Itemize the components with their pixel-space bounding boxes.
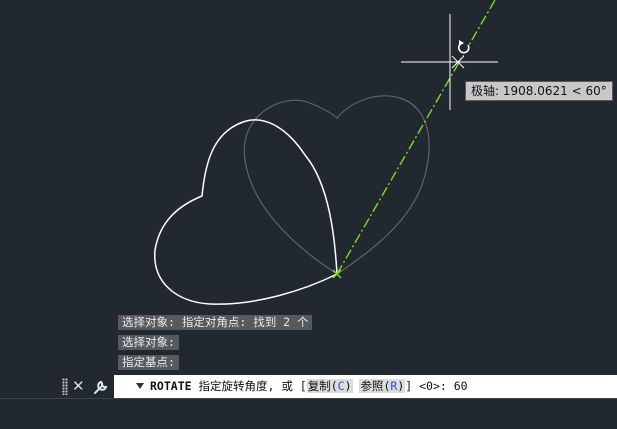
command-value[interactable]: 60 xyxy=(454,379,468,393)
tooltip-label: 极轴: xyxy=(471,84,500,98)
rotated-heart-shape xyxy=(154,119,338,305)
tooltip-value: 1908.0621 < 60° xyxy=(502,84,607,98)
history-line: 指定基点: xyxy=(118,355,179,370)
divider xyxy=(0,398,617,399)
grip-icon[interactable] xyxy=(62,378,68,395)
chevron-down-icon[interactable] xyxy=(136,383,144,389)
command-prompt-text: 指定旋转角度, 或 [ xyxy=(198,379,307,393)
option-reference[interactable]: 参照(R) xyxy=(359,379,406,393)
history-line: 选择对象: 指定对角点: 找到 2 个 xyxy=(118,315,313,330)
drawing-canvas[interactable] xyxy=(0,0,617,429)
wrench-icon[interactable] xyxy=(92,378,109,395)
command-input[interactable]: ROTATE 指定旋转角度, 或 [复制(C) 参照(R)] <0>: 60 xyxy=(114,375,617,398)
rotate-cursor-icon xyxy=(456,40,470,55)
rotation-rubberband-line xyxy=(336,0,496,275)
command-prompt: ROTATE 指定旋转角度, 或 [复制(C) 参照(R)] <0>: 60 xyxy=(150,375,468,398)
original-heart-shape xyxy=(243,95,430,275)
close-icon[interactable]: ✕ xyxy=(72,375,85,398)
polar-tracking-tooltip: 极轴: 1908.0621 < 60° xyxy=(465,81,613,101)
command-name: ROTATE xyxy=(150,379,192,393)
command-line-tools: ✕ xyxy=(60,375,114,398)
command-line-bar: ✕ ROTATE 指定旋转角度, 或 [复制(C) 参照(R)] <0>: 60 xyxy=(60,375,617,398)
history-line: 选择对象: xyxy=(118,335,179,350)
option-copy[interactable]: 复制(C) xyxy=(306,379,353,393)
command-suffix: ] <0>: xyxy=(405,379,454,393)
